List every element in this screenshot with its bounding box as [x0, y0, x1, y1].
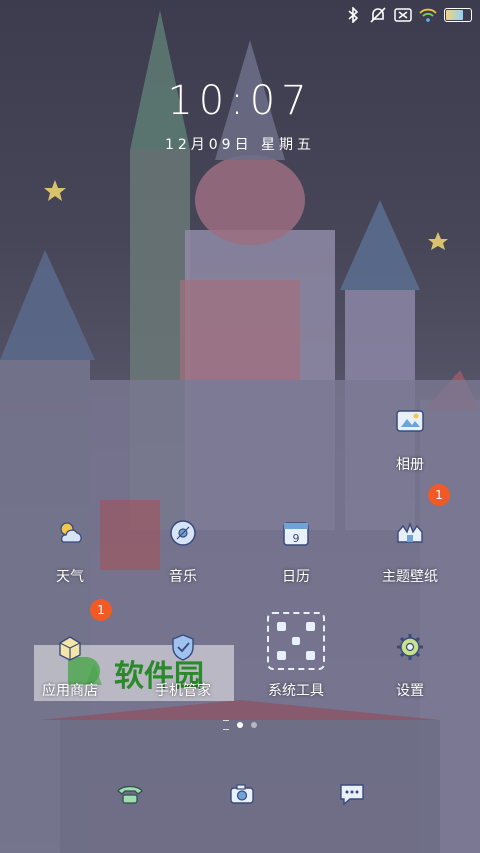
app-music[interactable]: 音乐: [141, 514, 225, 586]
battery-icon: [444, 8, 472, 22]
app-calendar[interactable]: 9 日历: [254, 514, 338, 586]
wifi-icon: [419, 6, 437, 24]
app-label: 音乐: [169, 569, 197, 585]
app-label: 相册: [396, 457, 424, 473]
page-indicator: [0, 720, 480, 730]
dock-camera[interactable]: [222, 776, 262, 816]
page-indicator-menu-icon: [223, 720, 229, 730]
settings-icon: [391, 628, 429, 666]
notification-badge: 1: [428, 484, 450, 506]
gallery-icon: [391, 402, 429, 440]
theme-icon: [391, 514, 429, 552]
status-bar: [344, 4, 472, 26]
app-label: 系统工具: [268, 683, 324, 699]
app-label: 日历: [282, 569, 310, 585]
app-label: 应用商店: [42, 683, 98, 699]
app-store[interactable]: 应用商店: [28, 628, 112, 700]
app-weather[interactable]: 天气: [28, 514, 112, 586]
messages-icon: [338, 782, 366, 810]
page-dot[interactable]: [251, 722, 257, 728]
app-label: 主题壁纸: [382, 569, 438, 585]
music-icon: [164, 514, 202, 552]
dock-messages[interactable]: [332, 776, 372, 816]
phone-icon: [116, 783, 144, 809]
lockscreen-time: 10:07: [167, 78, 313, 124]
bluetooth-icon: [344, 6, 362, 24]
calendar-icon: 9: [277, 514, 315, 552]
app-gallery[interactable]: 相册: [368, 402, 452, 474]
mute-icon: [369, 6, 387, 24]
svg-text:9: 9: [293, 532, 300, 545]
folder-icon: [267, 612, 325, 670]
weather-icon: [51, 514, 89, 552]
page-dot-active[interactable]: [237, 722, 243, 728]
app-label: 设置: [396, 683, 424, 699]
camera-icon: [229, 783, 255, 809]
app-theme[interactable]: 主题壁纸: [368, 514, 452, 586]
app-label: 手机管家: [155, 683, 211, 699]
app-system-tools[interactable]: 系统工具: [254, 612, 338, 700]
app-settings[interactable]: 设置: [368, 628, 452, 700]
notification-badge: 1: [90, 599, 112, 621]
app-phone-manager[interactable]: 手机管家: [141, 628, 225, 700]
security-icon: [164, 628, 202, 666]
app-label: 天气: [56, 569, 84, 585]
lockscreen-date: 12月09日 星期五: [164, 137, 316, 153]
app-store-icon: [51, 628, 89, 666]
sim-off-icon: [394, 6, 412, 24]
dock-phone[interactable]: [110, 776, 150, 816]
